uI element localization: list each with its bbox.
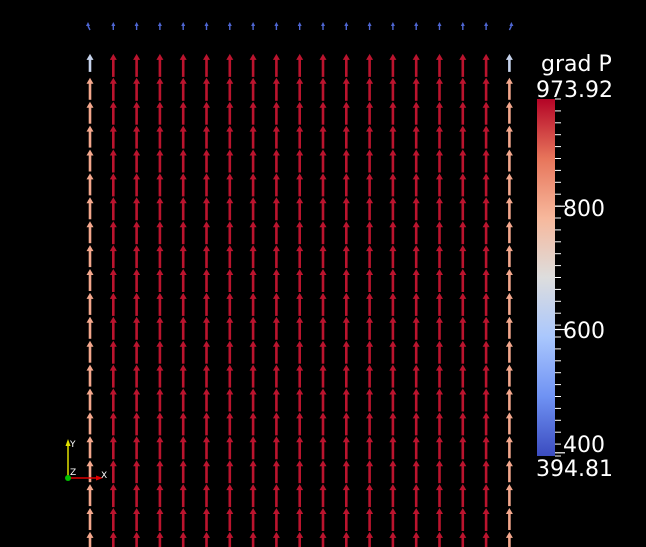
axis-label-y: Y	[69, 440, 76, 450]
colorbar-gradient	[537, 99, 555, 456]
axis-label-z: Z	[70, 468, 76, 478]
colorbar-tick-label-600: 600	[563, 319, 605, 344]
colorbar-min-label: 394.81	[536, 457, 613, 482]
colorbar-title: grad P	[541, 52, 612, 77]
colorbar-max-label: 973.92	[536, 78, 613, 103]
colorbar-tick-label-800: 800	[563, 197, 605, 222]
axis-label-x: X	[101, 471, 107, 481]
colorbar-tick-label-400: 400	[563, 433, 605, 458]
